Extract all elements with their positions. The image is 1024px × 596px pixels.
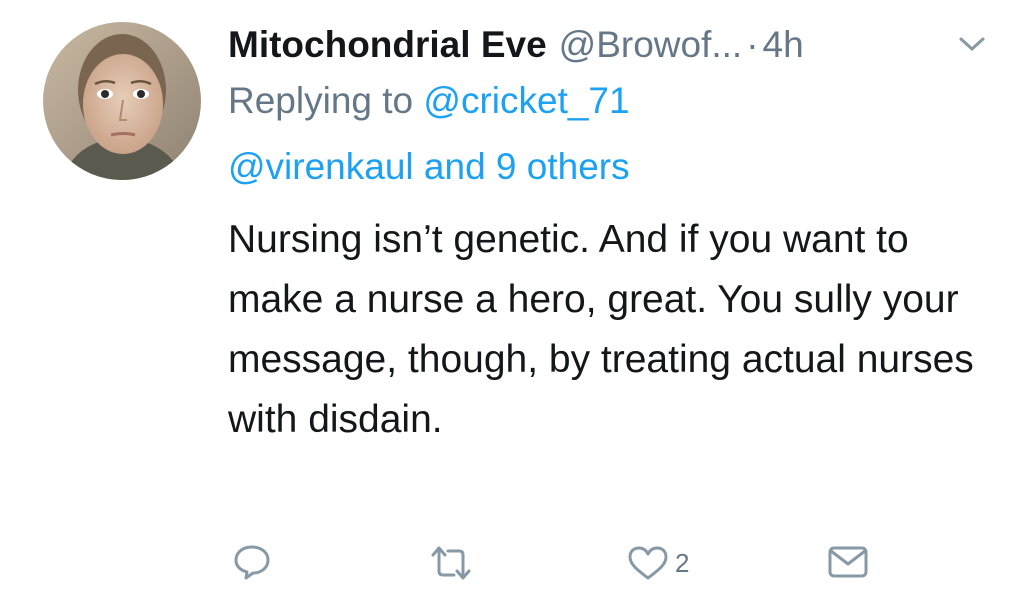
reply-button[interactable]: [232, 542, 272, 582]
timestamp[interactable]: 4h: [763, 24, 804, 66]
heart-icon: [628, 546, 668, 580]
tweet-header: Mitochondrial Eve @Browof... · 4h: [228, 18, 804, 72]
like-count: 2: [675, 547, 690, 578]
avatar[interactable]: [43, 22, 201, 180]
display-name[interactable]: Mitochondrial Eve: [228, 24, 547, 66]
mention-link-secondary[interactable]: @virenkaul: [228, 146, 414, 187]
like-button[interactable]: 2: [627, 545, 689, 581]
retweet-icon: [431, 546, 471, 580]
reply-icon: [234, 545, 270, 580]
tweet-actions: 2: [0, 540, 1024, 590]
envelope-icon: [828, 546, 868, 578]
direct-message-button[interactable]: [827, 544, 869, 580]
separator-dot: ·: [746, 24, 759, 65]
tweet-text: Nursing isn’t genetic. And if you want t…: [228, 218, 974, 441]
user-handle[interactable]: @Browof...: [559, 24, 743, 66]
replying-to-label: Replying to: [228, 80, 424, 121]
others-link[interactable]: and 9 others: [414, 146, 630, 187]
mention-link[interactable]: @cricket_71: [423, 80, 629, 121]
replying-to: Replying to @cricket_71: [228, 80, 630, 122]
user-avatar-photo: [43, 22, 201, 180]
replying-to-others[interactable]: @virenkaul and 9 others: [228, 146, 630, 188]
retweet-button[interactable]: [427, 545, 475, 581]
chevron-down-icon[interactable]: [958, 34, 986, 54]
